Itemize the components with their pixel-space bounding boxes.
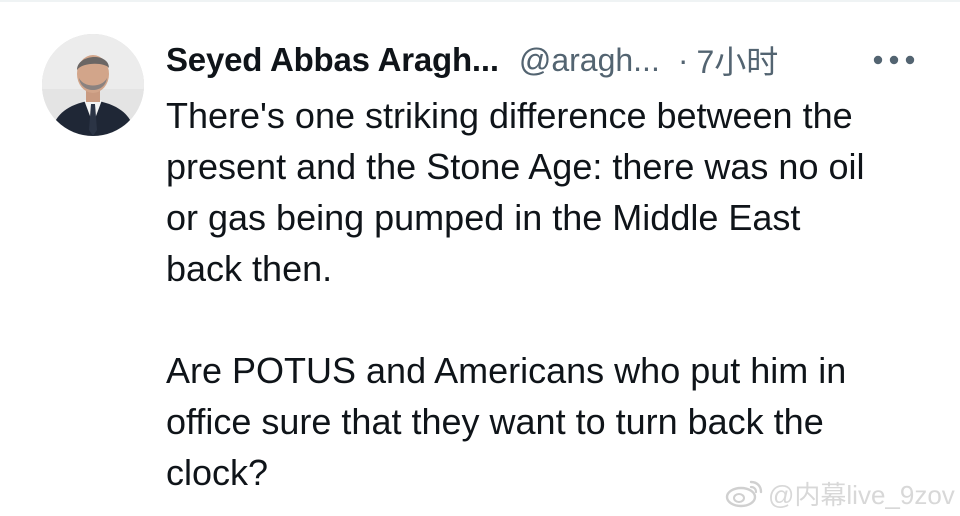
author-handle[interactable]: @aragh... <box>519 42 660 79</box>
tweet-body: There's one striking difference between … <box>166 90 926 498</box>
profile-photo-icon <box>42 34 144 136</box>
tweet-timestamp[interactable]: 7小时 <box>696 37 778 83</box>
weibo-watermark: @内幕live_9zov <box>724 476 955 510</box>
tweet-header: Seyed Abbas Aragh... @aragh... · 7小时 <box>166 36 926 84</box>
top-divider <box>0 0 960 2</box>
watermark-text: @内幕live_9zov <box>768 479 955 510</box>
tweet-paragraph: There's one striking difference between … <box>166 95 865 289</box>
more-options-icon[interactable] <box>868 48 920 72</box>
author-avatar[interactable] <box>42 34 144 136</box>
header-separator: · <box>677 41 689 78</box>
author-display-name[interactable]: Seyed Abbas Aragh... <box>166 41 499 79</box>
tweet-paragraph: Are POTUS and Americans who put him in o… <box>166 350 847 493</box>
weibo-icon <box>725 480 763 508</box>
